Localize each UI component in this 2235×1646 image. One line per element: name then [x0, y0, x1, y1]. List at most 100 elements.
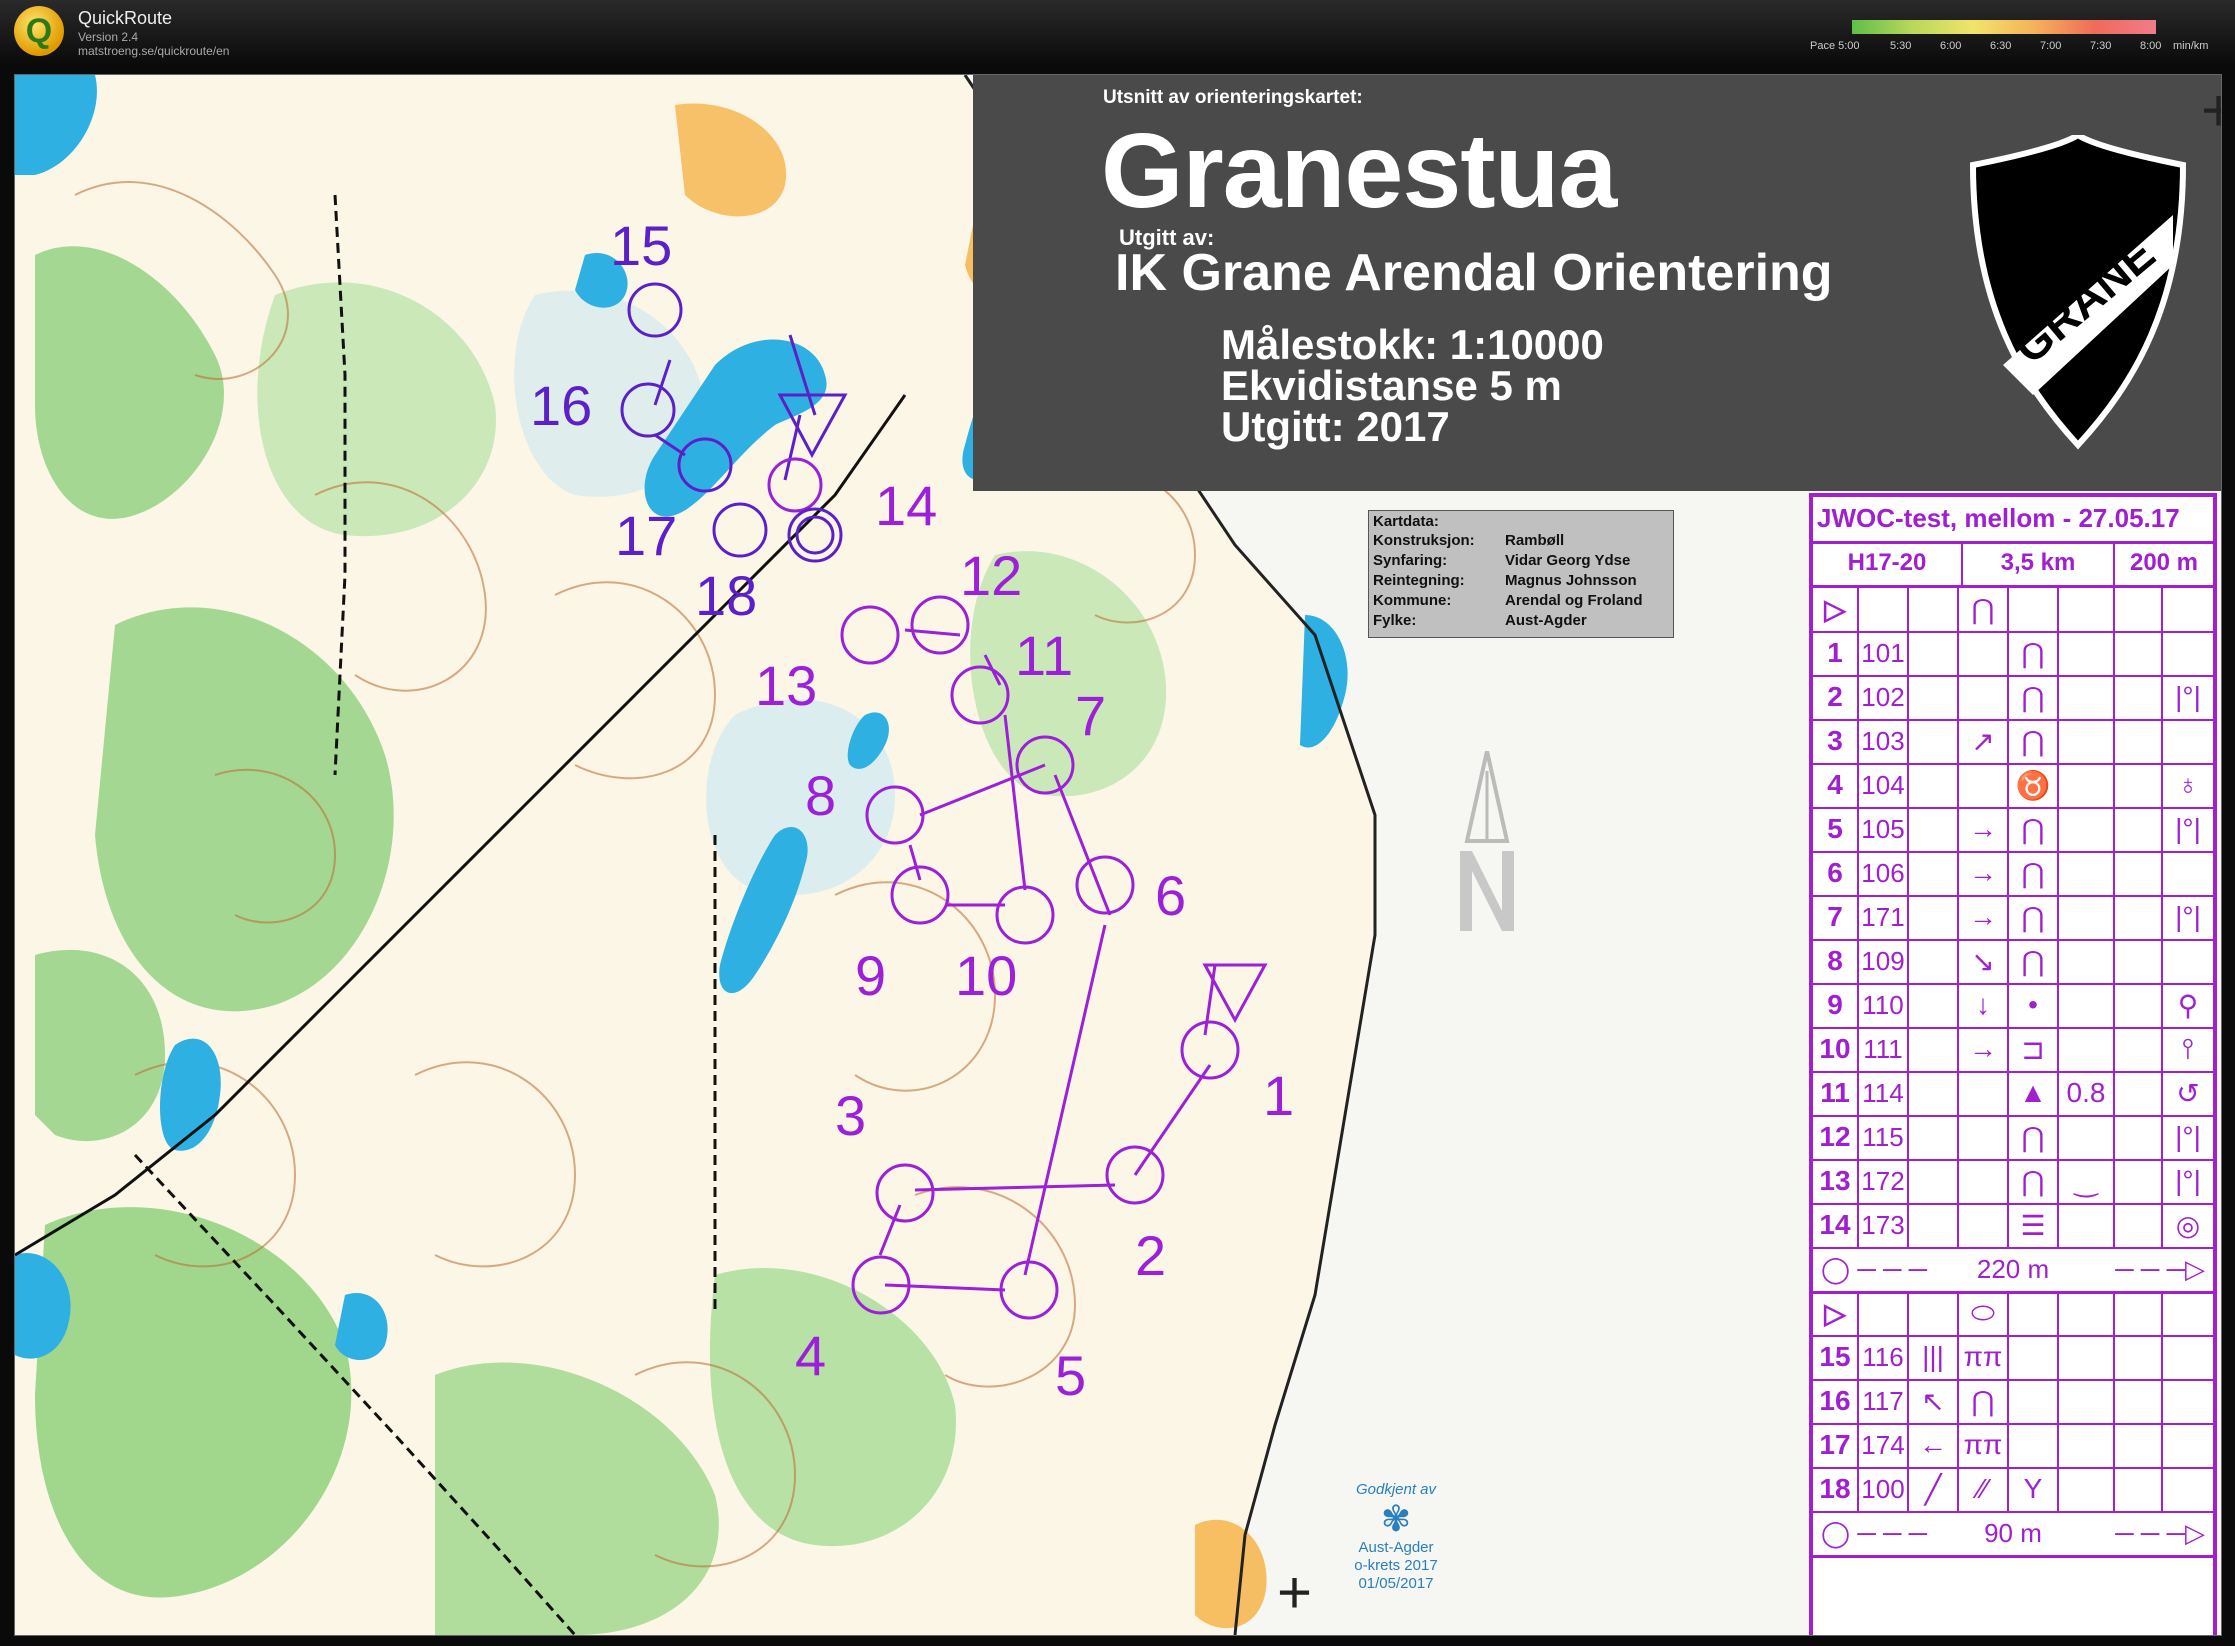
card-control-row: 9 110 ↓ • ⚲: [1813, 983, 2213, 1029]
dimension-value: [2115, 1203, 2163, 1247]
column-c: [1909, 1027, 1959, 1071]
app-version: Version 2.4: [78, 30, 139, 44]
control-label: 6: [1155, 864, 1186, 927]
control-number: 4: [1813, 763, 1859, 807]
control-code: 105: [1859, 807, 1909, 851]
appearance-symbol: [2009, 1379, 2059, 1423]
column-f: [2059, 1115, 2115, 1159]
dimension-value: [2115, 1467, 2163, 1511]
control-code: 104: [1859, 763, 1909, 807]
column-f: [2059, 631, 2115, 675]
card-control-row: 2 102 ⋂ |°|: [1813, 675, 2213, 721]
orienteering-map[interactable]: 1 2 3 4 5 6 7 8 9 10 11 12 13 14 15 16 1…: [14, 74, 2222, 1636]
location-symbol: ⫯: [2181, 1032, 2195, 1064]
column-c: [1909, 983, 1959, 1027]
location-symbol: |°|: [2175, 901, 2201, 932]
leg-start-icon: ◯ ─ ─ ─: [1821, 1517, 1928, 1548]
column-c: [1909, 851, 1959, 895]
control-code: 109: [1859, 939, 1909, 983]
location-symbol: ⚲: [2177, 989, 2199, 1021]
column-c: [1909, 1291, 1959, 1335]
kartdata-key: Fylke:: [1373, 612, 1417, 629]
dimension-value: [2115, 983, 2163, 1027]
direction-symbol: ←: [1909, 1423, 1959, 1467]
control-label: 11: [1015, 624, 1073, 687]
feature-symbol: ⋂: [2009, 675, 2059, 719]
control-code: 115: [1859, 1115, 1909, 1159]
dimension-value: [2115, 1071, 2163, 1115]
dimension-value: [2115, 587, 2163, 631]
control-number: 3: [1813, 719, 1859, 763]
direction-symbol: ↓: [1959, 983, 2009, 1027]
control-label: 5: [1055, 1344, 1086, 1407]
column-f: ‿: [2059, 1159, 2115, 1203]
location-symbol: |°|: [2175, 1121, 2201, 1152]
control-number: 17: [1813, 1423, 1859, 1467]
column-c: [1909, 763, 1959, 807]
control-number: 10: [1813, 1027, 1859, 1071]
dimension-value: [2115, 631, 2163, 675]
control-code: 117: [1859, 1379, 1909, 1423]
control-code: 110: [1859, 983, 1909, 1027]
card-control-row: 7 171 → ⋂ |°|: [1813, 895, 2213, 941]
dimension-value: [2115, 763, 2163, 807]
control-code: 174: [1859, 1423, 1909, 1467]
card-control-row: 17 174 ← ππ: [1813, 1423, 2213, 1469]
dimension-value: [2115, 675, 2163, 719]
column-f: [2059, 675, 2115, 719]
control-label: 8: [805, 764, 836, 827]
column-c: [1909, 631, 1959, 675]
card-control-row: 10 111 → ⊐ ⫯: [1813, 1027, 2213, 1073]
column-f: [2059, 1291, 2115, 1335]
control-code: 116: [1859, 1335, 1909, 1379]
app-url[interactable]: matstroeng.se/quickroute/en: [78, 44, 229, 58]
pace-color-scale: [1852, 20, 2156, 34]
column-f: [2059, 851, 2115, 895]
card-control-row: 14 173 ☰ ◎: [1813, 1203, 2213, 1249]
card-control-row: 6 106 → ⋂: [1813, 851, 2213, 897]
pace-label: 5:30: [1890, 40, 1912, 52]
control-number: 12: [1813, 1115, 1859, 1159]
control-number: 15: [1813, 1335, 1859, 1379]
direction-symbol: [1959, 1203, 2009, 1247]
control-code: 111: [1859, 1027, 1909, 1071]
column-f: 0.8: [2059, 1071, 2115, 1115]
card-control-row: 4 104 ♉ ♁: [1813, 763, 2213, 809]
column-f: [2059, 587, 2115, 631]
control-label: 10: [955, 944, 1017, 1007]
kartdata-row: Synfaring: Vidar Georg Ydse: [1373, 552, 1669, 572]
column-f: [2059, 1379, 2115, 1423]
card-control-row: 13 172 ⋂ ‿ |°|: [1813, 1159, 2213, 1205]
leaf-icon: ✾: [1380, 1498, 1412, 1539]
location-symbol: [2163, 1467, 2213, 1511]
location-symbol: [2163, 719, 2213, 763]
feature-symbol: •: [2009, 983, 2059, 1027]
direction-symbol: [1959, 675, 2009, 719]
dimension-value: [2115, 1291, 2163, 1335]
appearance-symbol: [2009, 1423, 2059, 1467]
column-f: [2059, 1203, 2115, 1247]
card-leg-row: ◯ ─ ─ ─ 220 m ─ ─ ─▷: [1813, 1247, 2213, 1294]
feature-symbol: ⬭: [1959, 1291, 2009, 1335]
location-symbol: ↺: [2176, 1077, 2200, 1109]
direction-symbol: [1959, 763, 2009, 807]
control-label: 14: [875, 474, 937, 537]
direction-symbol: |||: [1909, 1335, 1959, 1379]
card-control-row: 16 117 ↖ ⋂: [1813, 1379, 2213, 1425]
pace-label: 7:30: [2090, 40, 2112, 52]
column-f: [2059, 939, 2115, 983]
direction-symbol: [1959, 1159, 2009, 1203]
approved-line4: 01/05/2017: [1358, 1575, 1434, 1592]
column-f: [2059, 719, 2115, 763]
control-label: 13: [755, 654, 817, 717]
control-number: 16: [1813, 1379, 1859, 1423]
control-number: 18: [1813, 1467, 1859, 1511]
card-length: 3,5 km: [1963, 541, 2115, 585]
control-label: 15: [610, 214, 672, 277]
control-code: 114: [1859, 1071, 1909, 1115]
location-symbol: [2163, 587, 2213, 631]
dimension-value: [2115, 1379, 2163, 1423]
leg-distance: 90 m: [1984, 1517, 2042, 1548]
column-c: [1909, 587, 1959, 631]
leg-start-icon: ◯ ─ ─ ─: [1821, 1253, 1928, 1284]
